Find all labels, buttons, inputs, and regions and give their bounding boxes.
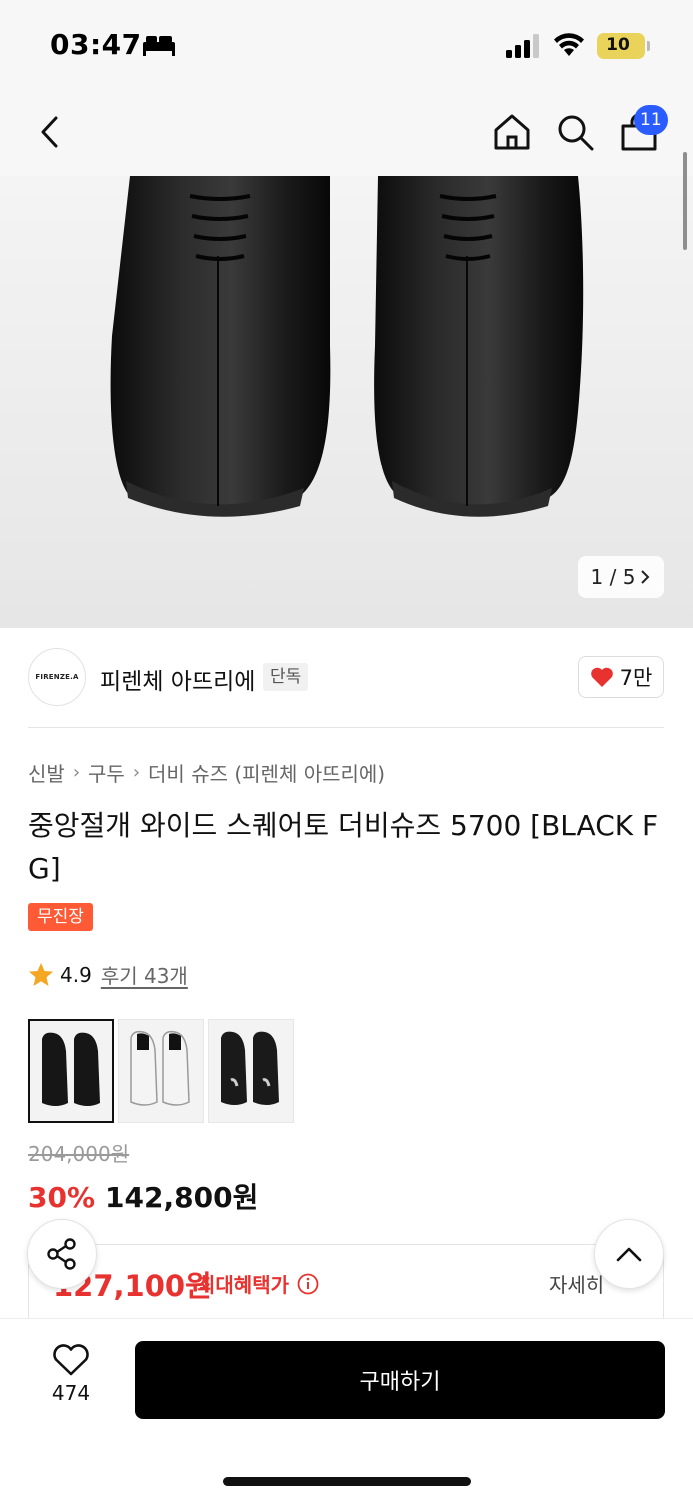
breadcrumb: 신발 › 구두 › 더비 슈즈 (피렌체 아뜨리에) [28, 758, 385, 787]
share-button[interactable] [27, 1219, 97, 1289]
star-icon [29, 963, 53, 986]
battery-cap [647, 41, 650, 51]
heart-outline-icon [53, 1344, 89, 1376]
benefit-label: 최대혜택가 [197, 1273, 289, 1297]
brand-like-count: 7만 [619, 666, 653, 690]
buy-button[interactable]: 구매하기 [135, 1341, 665, 1419]
bottom-action-bar: 474 구매하기 [0, 1318, 693, 1500]
info-icon[interactable] [297, 1273, 319, 1295]
image-counter[interactable]: 1 / 5 [578, 556, 664, 598]
wifi-icon [554, 33, 584, 56]
back-button[interactable] [24, 106, 76, 158]
brand-name[interactable]: 피렌체 아뜨리에 [100, 662, 255, 696]
variant-white-image [130, 1030, 190, 1106]
chevron-up-icon [616, 1247, 642, 1262]
product-title: 중앙절개 와이드 스퀘어토 더비슈즈 5700 [BLACK FG] [28, 809, 659, 885]
breadcrumb-item[interactable]: 더비 슈즈 (피렌체 아뜨리에) [148, 758, 385, 787]
search-icon [558, 115, 594, 151]
home-button[interactable] [486, 106, 538, 158]
battery-indicator: 10 [597, 33, 650, 59]
status-time: 03:47 [50, 28, 142, 61]
sleep-mode-icon [143, 36, 175, 56]
benefit-detail-link[interactable]: 자세히 [549, 1269, 604, 1298]
color-variants [28, 1019, 294, 1123]
cart-count-badge: 11 [634, 105, 668, 135]
chevron-right-icon [641, 570, 650, 584]
shipping-badge: 무진장 [28, 903, 93, 931]
brand-logo-text: FIRENZE.A [35, 673, 79, 681]
brand-logo[interactable]: FIRENZE.A [28, 648, 86, 706]
variant-black-image [42, 1032, 100, 1106]
chevron-right-icon: › [132, 762, 141, 783]
discount-rate: 30% [28, 1181, 96, 1214]
home-icon [494, 114, 530, 150]
benefit-label-row: 최대혜택가 [197, 1269, 319, 1298]
rating-score: 4.9 [60, 962, 92, 987]
status-bar: 03:47 10 [0, 0, 693, 92]
page-scrollbar[interactable] [683, 152, 687, 250]
scroll-top-button[interactable] [594, 1219, 664, 1289]
rating-row[interactable]: 4.9 후기 43개 [28, 960, 188, 989]
breadcrumb-item[interactable]: 신발 [28, 758, 65, 787]
wishlist-button[interactable]: 474 [36, 1343, 106, 1423]
review-link[interactable]: 후기 43개 [101, 960, 188, 989]
wishlist-count: 474 [51, 1381, 91, 1405]
divider [28, 727, 664, 728]
brand-like-button[interactable]: 7만 [578, 656, 664, 698]
variant-black-fg-image [221, 1031, 279, 1105]
breadcrumb-item[interactable]: 구두 [88, 758, 125, 787]
variant-thumb-black[interactable] [28, 1019, 114, 1123]
heart-filled-icon [590, 667, 613, 687]
price-row: 30% 142,800원 [28, 1176, 258, 1216]
original-price: 204,000원 [28, 1142, 130, 1166]
exclusive-tag: 단독 [263, 663, 309, 691]
share-icon [47, 1238, 76, 1270]
variant-thumb-white[interactable] [118, 1019, 204, 1123]
chevron-left-icon [41, 116, 58, 148]
chevron-right-icon: › [72, 762, 81, 783]
top-nav [0, 92, 693, 176]
image-counter-text: 1 / 5 [590, 565, 636, 589]
battery-level: 10 [606, 35, 630, 55]
variant-thumb-black-fg[interactable] [208, 1019, 294, 1123]
search-button[interactable] [549, 106, 601, 158]
home-indicator[interactable] [223, 1477, 471, 1486]
sale-price: 142,800원 [105, 1181, 259, 1214]
cellular-signal-icon [506, 34, 539, 58]
